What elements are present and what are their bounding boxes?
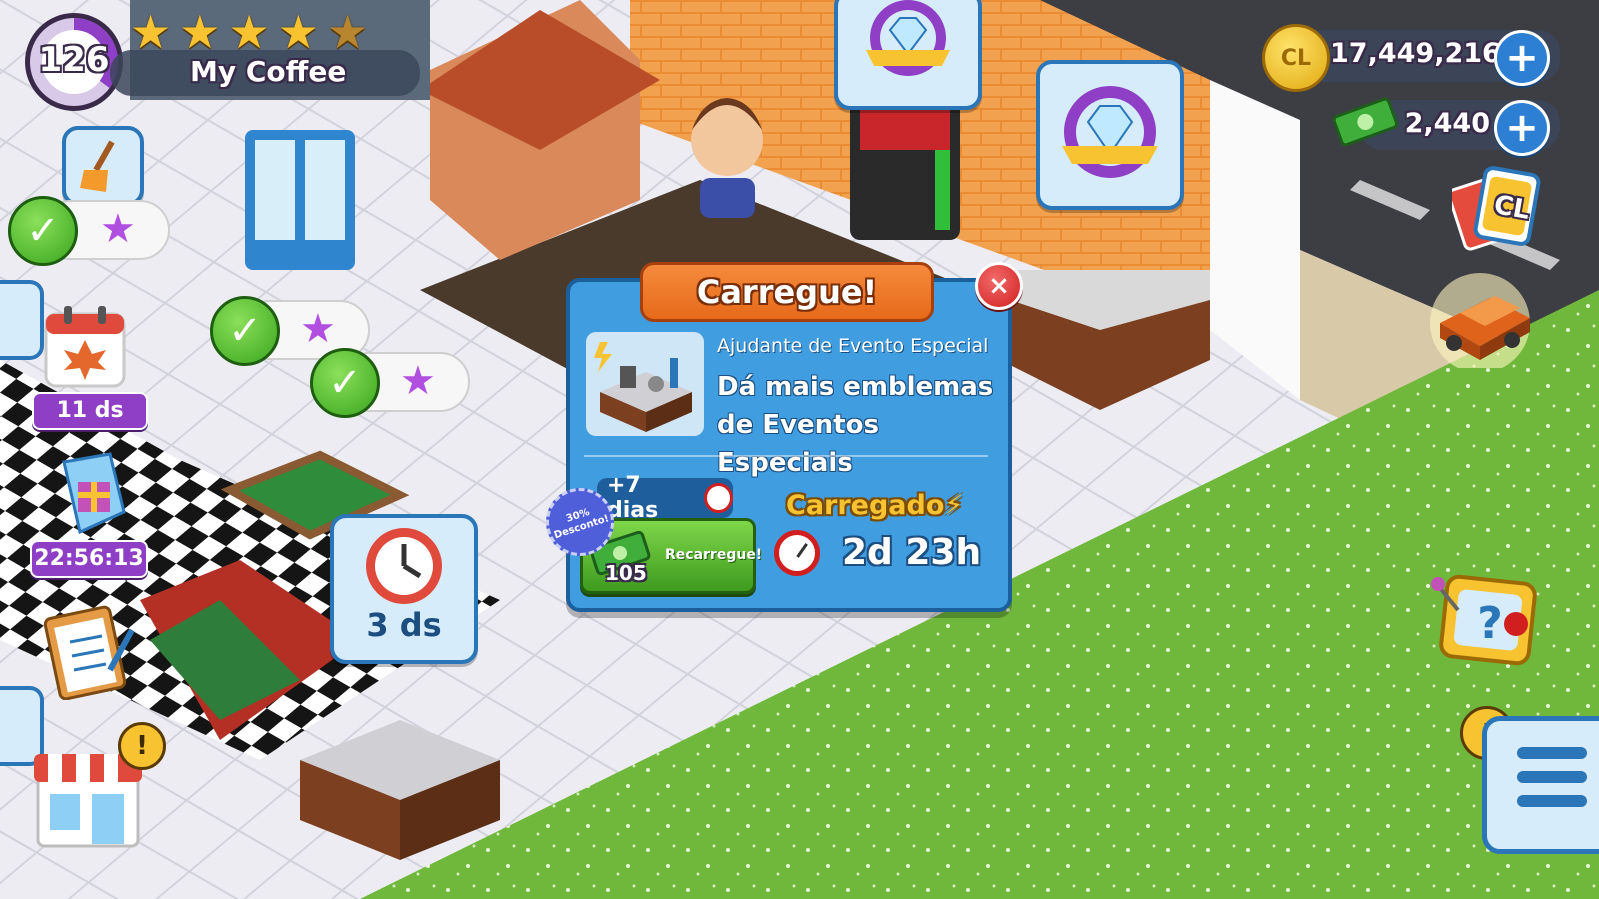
check-icon[interactable]: ✓ [310, 348, 380, 418]
delivery-truck-icon[interactable] [1420, 268, 1540, 373]
help-button[interactable]: ? [1424, 568, 1542, 668]
star-icon: ★ [300, 306, 336, 352]
close-button[interactable]: × [975, 262, 1023, 310]
stopwatch-icon [703, 483, 733, 513]
menu-icon [1517, 747, 1587, 807]
add-cash-button[interactable]: + [1494, 100, 1550, 156]
cafe-stars: ★ ★ ★ ★ ★ [130, 5, 410, 59]
helper-description: Dá mais emblemas de Eventos Especiais [717, 372, 994, 478]
rating-star-icon: ★ [228, 5, 270, 59]
coins-amount: 17,449,216 [1330, 38, 1501, 69]
remaining-time: 2d 23h [842, 532, 982, 573]
broom-icon[interactable] [0, 280, 44, 360]
plus-days-label: +7 dias [597, 473, 733, 523]
plus-icon: + [1505, 35, 1539, 81]
recharge-label: Recarregue! [665, 547, 763, 563]
diamond-badge-icon [866, 0, 950, 76]
svg-text:?: ? [1477, 598, 1503, 649]
star-icon: ★ [400, 358, 436, 404]
rating-star-icon: ★ [277, 5, 319, 59]
calendar-maple-icon[interactable] [40, 300, 130, 392]
cafe-name: My Coffee [190, 55, 347, 88]
clean-bubble[interactable] [62, 126, 144, 206]
rating-star-icon: ★ [327, 5, 369, 59]
calendar-timer: 11 ds [32, 392, 148, 430]
helper-thumbnail [586, 332, 704, 436]
coin-icon: CL [1262, 24, 1330, 92]
plus-icon: + [1505, 105, 1539, 151]
timer-bubble[interactable]: 3 ds [330, 514, 478, 664]
stopwatch-icon [774, 530, 820, 576]
cash-amount: 2,440 [1404, 108, 1490, 139]
diamond-bubble-2[interactable] [1036, 60, 1184, 210]
charged-label: Carregado⚡ [786, 490, 964, 521]
alert-icon: ! [118, 722, 166, 770]
broom-icon [80, 140, 115, 192]
clipboard-icon[interactable] [40, 600, 140, 701]
cash-icon [1330, 95, 1400, 147]
popup-title: Carregue! [640, 262, 934, 322]
diamond-bubble-1[interactable] [834, 0, 982, 110]
add-coins-button[interactable]: + [1494, 30, 1550, 86]
lightning-icon [594, 342, 612, 372]
menu-button[interactable] [1482, 716, 1599, 854]
check-icon[interactable]: ✓ [8, 196, 78, 266]
star-icon: ★ [100, 206, 136, 252]
gift-tag-icon[interactable] [50, 452, 130, 538]
diamond-badge-icon [1062, 86, 1158, 178]
lightning-icon: ⚡ [944, 490, 964, 521]
gift-timer: 22:56:13 [30, 540, 148, 578]
popup-divider [584, 455, 988, 457]
clock-icon [366, 528, 442, 604]
rating-star-icon: ★ [179, 5, 221, 59]
level-badge[interactable]: 126 [22, 10, 126, 114]
close-icon: × [988, 271, 1010, 301]
helper-name: Ajudante de Evento Especial [717, 335, 989, 357]
timer-bubble-label: 3 ds [366, 606, 442, 644]
rating-star-icon: ★ [130, 5, 172, 59]
cards-icon[interactable]: CL [1447, 165, 1542, 255]
recharge-price: 105 [605, 561, 647, 585]
check-icon[interactable]: ✓ [210, 296, 280, 366]
